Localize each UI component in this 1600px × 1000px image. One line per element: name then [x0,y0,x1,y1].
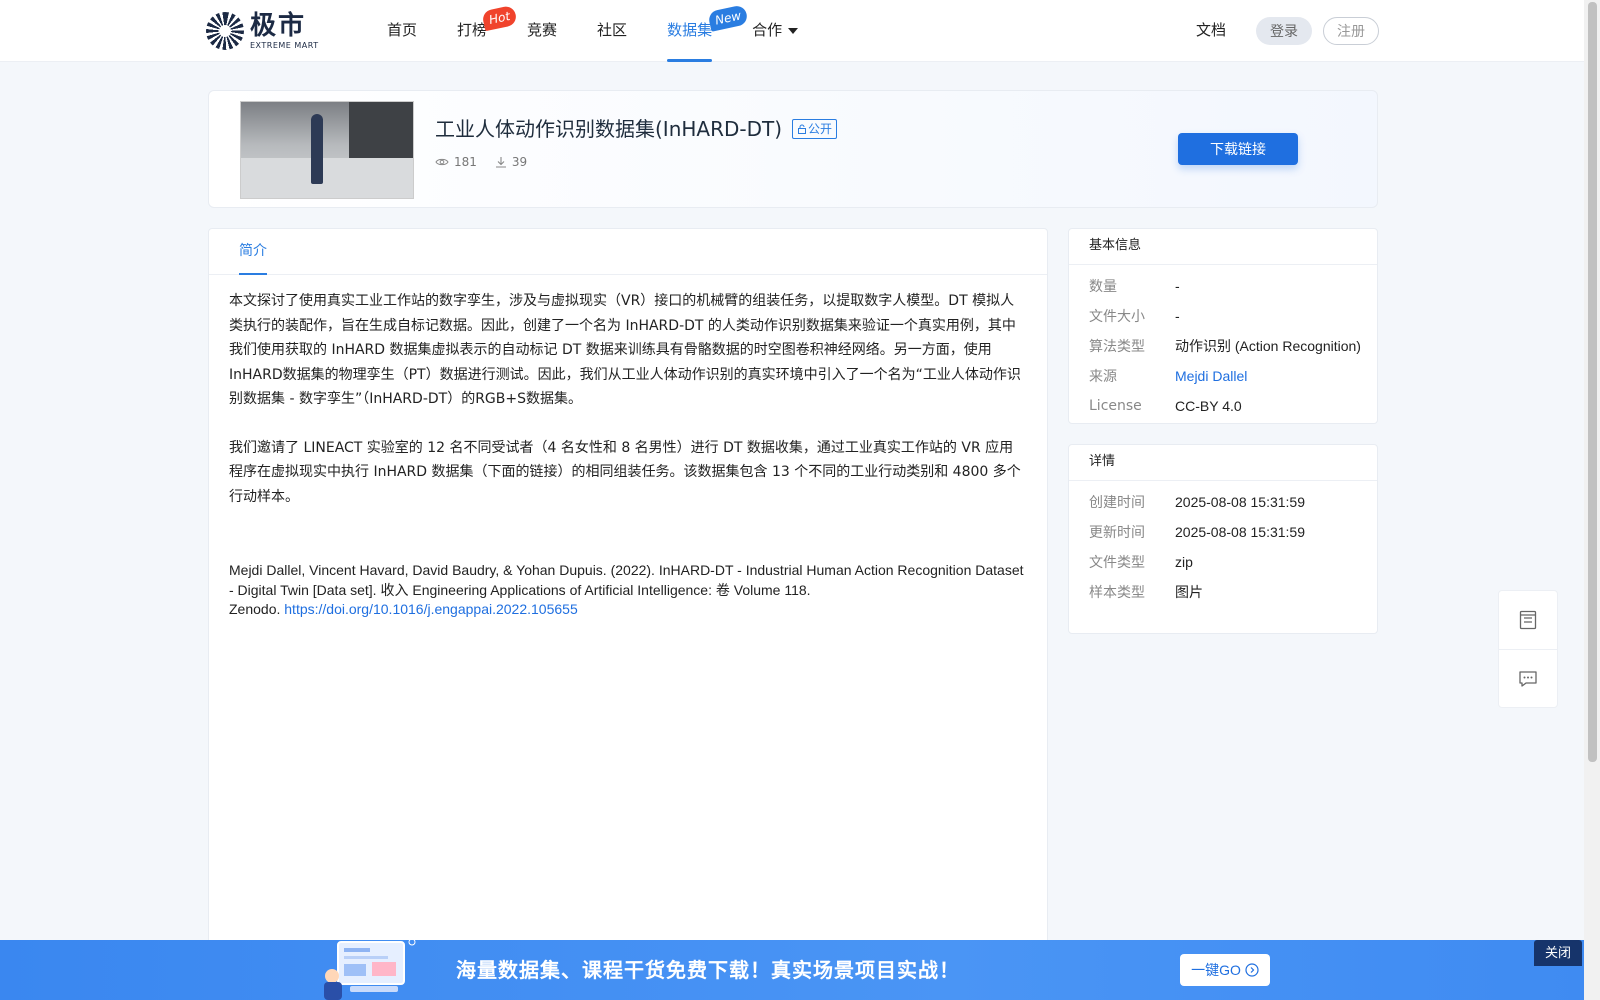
message-icon [1519,670,1537,687]
dataset-title: 工业人体动作识别数据集(InHARD-DT) 公开 [435,113,838,142]
promo-banner: 海量数据集、课程干货免费下载！真实场景项目实战！ 一键GO [0,938,1584,1000]
nav-item-community[interactable]: 社区 [597,0,627,62]
intro-panel: 简介 本文探讨了使用真实工业工作站的数字孪生，涉及与虚拟现实（VR）接口的机械臂… [208,228,1048,1000]
nav-item-datasets[interactable]: 数据集 New [667,0,749,62]
register-button[interactable]: 注册 [1323,17,1379,45]
logo-mark-icon [206,12,244,50]
banner-text: 海量数据集、课程干货免费下载！真实场景项目实战！ [456,958,960,982]
doi-link[interactable]: https://doi.org/10.1016/j.engappai.2022.… [284,601,577,617]
detail-row-sample-type: 样本类型 图片 [1089,584,1203,601]
message-tool-button[interactable] [1499,649,1557,707]
document-icon [1519,610,1537,630]
detail-row-file-type: 文件类型 zip [1089,554,1193,571]
details-heading: 详情 [1069,445,1377,481]
dataset-stats: 181 39 [435,155,527,169]
scrollbar-thumb[interactable] [1588,2,1597,762]
floating-toolbar [1498,590,1558,708]
details-panel: 详情 创建时间 2025-08-08 15:31:59 更新时间 2025-08… [1068,444,1378,634]
docs-link[interactable]: 文档 [1196,19,1226,40]
citation-prefix: Zenodo. [229,601,285,617]
basic-info-panel: 基本信息 数量 - 文件大小 - 算法类型 动作识别 (Action Recog… [1068,228,1378,424]
caret-down-icon [788,27,799,34]
citation-text: Mejdi Dallel, Vincent Havard, David Baud… [229,562,1024,598]
intro-paragraph-1: 本文探讨了使用真实工业工作站的数字孪生，涉及与虚拟现实（VR）接口的机械臂的组装… [229,293,1021,407]
one-click-go-button[interactable]: 一键GO [1180,954,1270,986]
download-icon [495,157,506,168]
logo[interactable]: 极市 EXTREME MART [206,12,319,50]
source-link[interactable]: Mejdi Dallel [1175,368,1247,384]
nav-item-home[interactable]: 首页 [387,0,417,62]
basic-info-heading: 基本信息 [1069,229,1377,265]
login-button[interactable]: 登录 [1256,17,1312,45]
page-scrollbar[interactable] [1584,0,1600,1000]
eye-icon [435,158,449,166]
info-row-count: 数量 - [1089,278,1180,295]
main-nav: 首页 打榜 Hot 竞赛 社区 数据集 New 合作 [387,0,838,62]
citation: Mejdi Dallel, Vincent Havard, David Baud… [229,561,1027,620]
top-header: 极市 EXTREME MART 首页 打榜 Hot 竞赛 社区 数据集 New … [0,0,1584,62]
hot-badge: Hot [481,4,518,32]
detail-row-updated: 更新时间 2025-08-08 15:31:59 [1089,524,1305,541]
info-row-license: License CC-BY 4.0 [1089,398,1242,414]
intro-tabs: 简介 [209,229,1047,275]
banner-illustration [324,938,416,1000]
logo-cn-text: 极市 [250,10,307,41]
banner-close-button[interactable]: 关闭 [1534,940,1582,966]
nav-item-leaderboard[interactable]: 打榜 Hot [457,0,518,62]
nav-item-competition[interactable]: 竞赛 [527,0,557,62]
dataset-thumbnail [240,101,414,199]
intro-body: 本文探讨了使用真实工业工作站的数字孪生，涉及与虚拟现实（VR）接口的机械臂的组装… [209,275,1047,620]
lock-open-icon [798,124,807,134]
detail-row-created: 创建时间 2025-08-08 15:31:59 [1089,494,1305,511]
logo-en-text: EXTREME MART [250,40,319,50]
new-badge: New [707,4,749,32]
info-row-source: 来源 Mejdi Dallel [1089,368,1248,385]
arrow-circle-icon [1245,963,1259,977]
download-link-button[interactable]: 下载链接 [1178,133,1298,165]
public-badge: 公开 [792,119,838,139]
info-row-file-size: 文件大小 - [1089,308,1180,325]
document-tool-button[interactable] [1499,591,1557,649]
intro-paragraph-2: 我们邀请了 LINEACT 实验室的 12 名不同受试者（4 名女性和 8 名男… [229,439,1021,505]
download-count: 39 [511,155,528,169]
info-row-algorithm: 算法类型 动作识别 (Action Recognition) [1089,338,1361,355]
tab-intro[interactable]: 简介 [239,229,267,275]
nav-item-cooperation[interactable]: 合作 [752,0,799,62]
dataset-card: 工业人体动作识别数据集(InHARD-DT) 公开 181 39 下载链接 [208,90,1378,208]
view-count: 181 [454,155,477,169]
